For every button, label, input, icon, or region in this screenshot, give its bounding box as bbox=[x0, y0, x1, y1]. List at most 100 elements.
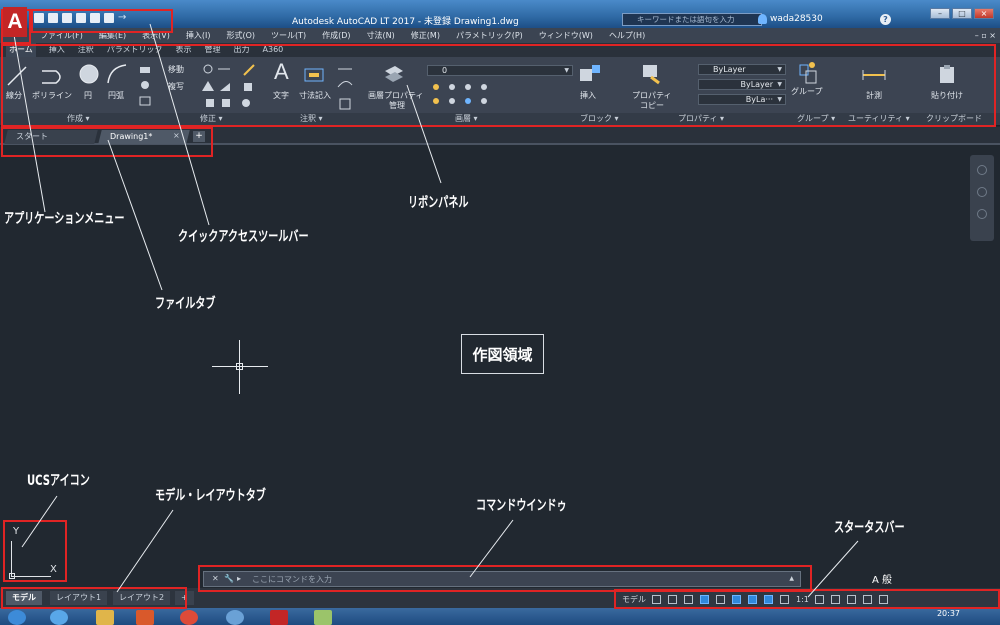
menu-parametric[interactable]: パラメトリック(P) bbox=[456, 28, 523, 43]
groups-panel-title[interactable]: グループ ▾ bbox=[797, 113, 835, 125]
tab-view[interactable]: 表示 bbox=[176, 43, 192, 57]
polar-toggle-icon[interactable] bbox=[700, 595, 709, 604]
search-input[interactable]: キーワードまたは語句を入力 bbox=[622, 13, 762, 26]
menu-dimension[interactable]: 寸法(N) bbox=[367, 28, 395, 43]
new-tab-button[interactable]: + bbox=[193, 131, 205, 142]
add-layout-button[interactable]: + bbox=[175, 591, 194, 605]
insert-block-icon[interactable] bbox=[578, 63, 604, 87]
modify-tool-icons[interactable] bbox=[200, 63, 260, 113]
lineweight-dropdown[interactable]: ByLa··· ▼ bbox=[698, 94, 786, 105]
circle-icon[interactable] bbox=[78, 63, 100, 85]
polyline-icon[interactable] bbox=[38, 65, 68, 87]
recent-commands-icon[interactable]: ▸ bbox=[237, 574, 241, 583]
tab-insert[interactable]: 挿入 bbox=[49, 43, 65, 57]
isolate-objects-icon[interactable] bbox=[846, 595, 856, 604]
user-name[interactable]: wada28530 bbox=[770, 14, 823, 24]
properties-panel-title[interactable]: プロパティ ▾ bbox=[678, 113, 724, 125]
tab-a360[interactable]: A360 bbox=[263, 43, 284, 57]
chrome-icon[interactable] bbox=[180, 610, 198, 625]
tab-manage[interactable]: 管理 bbox=[205, 43, 221, 57]
close-button[interactable]: × bbox=[974, 8, 994, 19]
tab-start[interactable]: スタート bbox=[4, 130, 98, 144]
utilities-panel-title[interactable]: ユーティリティ ▾ bbox=[848, 113, 910, 125]
ortho-toggle-icon[interactable] bbox=[684, 595, 693, 604]
annotation-scale[interactable]: 1:1 bbox=[796, 595, 809, 604]
autocad-taskbar-icon[interactable] bbox=[270, 610, 288, 625]
tab-output[interactable]: 出力 bbox=[234, 43, 250, 57]
color-dropdown[interactable]: ByLayer ▼ bbox=[698, 64, 786, 75]
document-window-controls[interactable]: – ▫ × bbox=[975, 28, 996, 43]
copy-label[interactable]: 複写 bbox=[168, 81, 184, 92]
menu-draw[interactable]: 作成(D) bbox=[322, 28, 350, 43]
menu-format[interactable]: 形式(O) bbox=[226, 28, 255, 43]
steering-wheel-icon[interactable] bbox=[977, 165, 987, 175]
clean-screen-icon[interactable] bbox=[862, 595, 872, 604]
customize-command-icon[interactable]: 🔧 bbox=[224, 574, 234, 583]
command-input[interactable]: ここにコマンドを入力 bbox=[252, 574, 332, 585]
layers-panel-title[interactable]: 画層 ▾ bbox=[455, 113, 478, 125]
tab-parametric[interactable]: パラメトリック bbox=[107, 43, 163, 57]
measure-icon[interactable] bbox=[861, 67, 887, 83]
customize-menu-icon[interactable] bbox=[878, 595, 888, 604]
isodraft-toggle-icon[interactable] bbox=[716, 595, 725, 604]
tab-layout1[interactable]: レイアウト1 bbox=[50, 591, 108, 605]
workspace-gear-icon[interactable] bbox=[814, 595, 824, 604]
save-icon[interactable] bbox=[62, 13, 72, 23]
match-properties-icon[interactable] bbox=[641, 63, 663, 85]
draw-small-icons[interactable] bbox=[138, 63, 156, 113]
start-button-icon[interactable] bbox=[8, 610, 26, 625]
object-snap-toggle-icon[interactable] bbox=[732, 595, 741, 604]
block-panel-title[interactable]: ブロック ▾ bbox=[580, 113, 619, 125]
annotation-panel-title[interactable]: 注釈 ▾ bbox=[300, 113, 323, 125]
menu-insert[interactable]: 挿入(I) bbox=[186, 28, 211, 43]
auto-scale-icon[interactable] bbox=[780, 595, 789, 604]
minimize-button[interactable]: – bbox=[930, 8, 950, 19]
group-icon[interactable] bbox=[796, 61, 818, 85]
tab-model[interactable]: モデル bbox=[6, 591, 42, 605]
grid-toggle-icon[interactable] bbox=[652, 595, 661, 604]
dimension-icon[interactable] bbox=[303, 63, 325, 85]
paint-icon[interactable] bbox=[314, 610, 332, 625]
new-icon[interactable] bbox=[34, 13, 44, 23]
maximize-button[interactable]: □ bbox=[952, 8, 972, 19]
annotation-small-icons[interactable] bbox=[336, 63, 356, 113]
menu-view[interactable]: 表示(V) bbox=[142, 28, 170, 43]
snap-toggle-icon[interactable] bbox=[668, 595, 677, 604]
close-tab-icon[interactable]: × bbox=[173, 131, 180, 140]
undo-icon[interactable] bbox=[104, 13, 114, 23]
paste-icon[interactable] bbox=[938, 63, 958, 85]
menu-help[interactable]: ヘルプ(H) bbox=[609, 28, 645, 43]
open-icon[interactable] bbox=[48, 13, 58, 23]
command-history-arrow-icon[interactable]: ▲ bbox=[789, 575, 794, 582]
modify-panel-title[interactable]: 修正 ▾ bbox=[200, 113, 223, 125]
layer-properties-icon[interactable] bbox=[383, 63, 405, 85]
text-icon[interactable]: A bbox=[274, 59, 289, 85]
annotation-visibility-icon[interactable] bbox=[764, 595, 773, 604]
redo-icon[interactable]: → bbox=[118, 13, 126, 23]
ime-tray[interactable]: A 般 bbox=[872, 570, 892, 587]
tab-home[interactable]: ホーム bbox=[6, 43, 36, 57]
save-as-icon[interactable] bbox=[76, 13, 86, 23]
arc-icon[interactable] bbox=[106, 63, 128, 85]
navigation-bar[interactable] bbox=[970, 155, 994, 241]
tab-annotate[interactable]: 注釈 bbox=[78, 43, 94, 57]
clipboard-panel-title[interactable]: クリップボード bbox=[926, 113, 982, 125]
menu-tools[interactable]: ツール(T) bbox=[271, 28, 306, 43]
menu-window[interactable]: ウィンドウ(W) bbox=[539, 28, 593, 43]
ime-mode[interactable]: A 般 bbox=[872, 571, 892, 586]
draw-panel-title[interactable]: 作成 ▾ bbox=[67, 113, 90, 125]
print-icon[interactable] bbox=[90, 13, 100, 23]
model-space-button[interactable]: モデル bbox=[622, 594, 646, 605]
zoom-icon[interactable] bbox=[977, 209, 987, 219]
layer-dropdown[interactable]: 0 ▼ bbox=[427, 65, 573, 76]
pan-icon[interactable] bbox=[977, 187, 987, 197]
app-icon[interactable] bbox=[226, 610, 244, 625]
help-icon[interactable]: ? bbox=[880, 14, 891, 25]
command-window[interactable]: ✕ 🔧 ▸ ここにコマンドを入力 ▲ bbox=[203, 571, 801, 587]
menu-edit[interactable]: 編集(E) bbox=[99, 28, 126, 43]
ie-icon[interactable] bbox=[50, 610, 68, 625]
media-icon[interactable] bbox=[136, 610, 154, 625]
annotation-monitor-icon[interactable] bbox=[830, 595, 840, 604]
close-command-icon[interactable]: ✕ bbox=[212, 574, 219, 583]
menu-modify[interactable]: 修正(M) bbox=[411, 28, 440, 43]
